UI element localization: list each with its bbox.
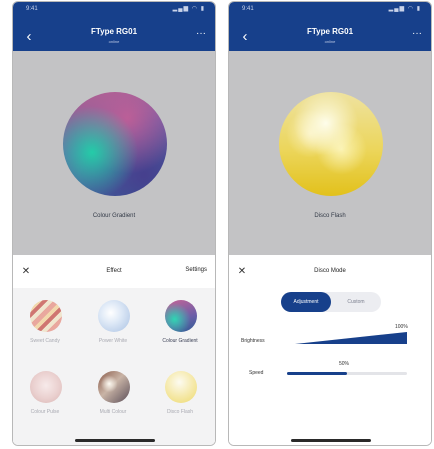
effects-grid: Sweet Candy Power White Colour Gradient … (13, 288, 215, 445)
segment-adjustment[interactable]: Adjustment (281, 292, 331, 312)
device-title: FType RG01 (306, 27, 354, 36)
status-time: 9:41 (26, 6, 38, 12)
status-bar: 9:41 ▂▄▆ ◠ ▮ (13, 2, 215, 18)
settings-link[interactable]: Settings (185, 267, 207, 273)
settings-panel: Adjustment Custom Brightness 100% 50% Sp… (229, 288, 431, 445)
home-indicator (291, 439, 371, 442)
app-header: 9:41 ▂▄▆ ◠ ▮ ‹ FType RG01 online ··· (13, 2, 215, 51)
light-preview-area: Disco Flash (229, 51, 431, 255)
close-icon: ✕ (237, 266, 247, 277)
effect-label: Colour Gradient (162, 338, 198, 344)
speed-value: 50% (339, 361, 350, 367)
more-button[interactable]: ··· (409, 29, 425, 43)
app-header: 9:41 ▂▄▆ ◠ ▮ ‹ FType RG01 online ··· (229, 2, 431, 51)
effect-power-white[interactable]: Power White (85, 292, 141, 354)
effect-label: Colour Pulse (30, 409, 60, 415)
disco-mode-sheet: ✕ Disco Mode Adjustment Custom Brightnes… (229, 255, 431, 445)
brightness-fill (295, 332, 407, 344)
effect-label: Multi Colour (99, 409, 127, 415)
back-button[interactable]: ‹ (236, 28, 254, 46)
close-button[interactable]: ✕ (235, 265, 249, 279)
brightness-slider[interactable] (295, 332, 407, 344)
speed-slider[interactable] (287, 372, 407, 375)
brightness-value: 100% (395, 324, 408, 330)
effect-thumbnail (30, 300, 62, 332)
effect-multi-colour[interactable]: Multi Colour (85, 363, 141, 425)
effect-thumbnail (98, 371, 130, 403)
brightness-label: Brightness (241, 338, 265, 344)
status-bar: 9:41 ▂▄▆ ◠ ▮ (229, 2, 431, 18)
chevron-left-icon: ‹ (26, 28, 32, 45)
effect-thumbnail (165, 371, 197, 403)
color-preview-orb[interactable] (279, 92, 383, 196)
device-title: FType RG01 (90, 27, 138, 36)
home-indicator (75, 439, 155, 442)
effect-disco-flash[interactable]: Disco Flash (152, 363, 208, 425)
ellipsis-icon: ··· (196, 28, 206, 39)
preview-effect-label: Colour Gradient (92, 213, 136, 219)
effect-colour-pulse[interactable]: Colour Pulse (17, 363, 73, 425)
sheet-title: Effect (106, 268, 122, 274)
effect-label: Sweet Candy (30, 338, 60, 344)
color-preview-orb[interactable] (63, 92, 167, 196)
effect-thumbnail (165, 300, 197, 332)
status-icons: ▂▄▆ ◠ ▮ (172, 6, 205, 12)
phone-effect-screen: 9:41 ▂▄▆ ◠ ▮ ‹ FType RG01 online ··· Col… (12, 1, 216, 446)
effect-thumbnail (98, 300, 130, 332)
more-button[interactable]: ··· (193, 29, 209, 43)
close-icon: ✕ (21, 266, 31, 277)
mode-segmented-control: Adjustment Custom (281, 292, 381, 312)
effect-colour-gradient[interactable]: Colour Gradient (152, 292, 208, 354)
device-status: online (324, 39, 336, 44)
preview-effect-label: Disco Flash (314, 213, 346, 219)
status-time: 9:41 (242, 6, 254, 12)
speed-label: Speed (249, 370, 264, 376)
light-preview-area: Colour Gradient (13, 51, 215, 255)
speed-fill (287, 372, 347, 375)
close-button[interactable]: ✕ (19, 265, 33, 279)
segment-custom[interactable]: Custom (331, 292, 381, 312)
sheet-title: Disco Mode (314, 268, 346, 274)
effect-label: Power White (98, 338, 128, 344)
effect-sweet-candy[interactable]: Sweet Candy (17, 292, 73, 354)
effect-thumbnail (30, 371, 62, 403)
chevron-left-icon: ‹ (242, 28, 248, 45)
back-button[interactable]: ‹ (20, 28, 38, 46)
ellipsis-icon: ··· (412, 28, 422, 39)
effect-sheet: ✕ Effect Settings Sweet Candy Power Whit… (13, 255, 215, 445)
phone-disco-mode-screen: 9:41 ▂▄▆ ◠ ▮ ‹ FType RG01 online ··· Dis… (228, 1, 432, 446)
device-status: online (108, 39, 120, 44)
effect-label: Disco Flash (166, 409, 194, 415)
status-icons: ▂▄▆ ◠ ▮ (388, 6, 421, 12)
